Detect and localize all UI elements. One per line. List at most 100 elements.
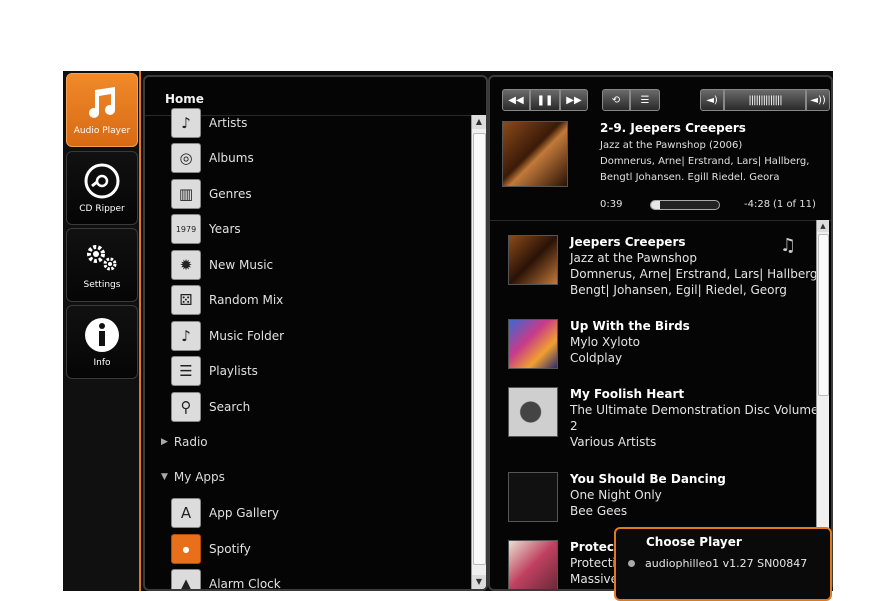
menu-label: App Gallery <box>209 506 279 520</box>
scrollbar-thumb[interactable] <box>818 234 829 396</box>
library-panel: Home ♪ Artists ◎ Albums ▥ Genres 1979 Ye… <box>143 75 488 591</box>
album-art <box>508 472 558 522</box>
now-playing-panel: ◀◀ ❚❚ ▶▶ ⟲ ☰ ◄) |||||||||||||| ◄)) 2-9. … <box>488 75 833 591</box>
library-scrollbar[interactable]: ▲ ▼ <box>471 115 486 589</box>
queue-item-title: Jeepers Creepers <box>570 235 686 249</box>
volume-up-icon: ◄)) <box>810 94 826 106</box>
section-radio[interactable]: ▶ Radio <box>161 435 208 449</box>
gears-icon <box>87 245 117 271</box>
menu-item-search[interactable]: ⚲ Search <box>171 392 250 422</box>
volume-slider[interactable]: |||||||||||||| <box>724 89 806 111</box>
shuffle-icon: ☰ <box>640 94 650 106</box>
remaining-time: -4:28 <box>744 199 771 210</box>
expand-arrow-icon: ▶ <box>161 437 168 447</box>
progress-fill <box>651 201 660 209</box>
alarm-clock-icon: ▲ <box>171 569 201 589</box>
menu-label: Spotify <box>209 542 251 556</box>
queue-item-title: Protect <box>570 540 620 554</box>
queue-item-title: My Foolish Heart <box>570 387 685 401</box>
menu-label: Music Folder <box>209 329 285 343</box>
nav-settings[interactable]: Settings <box>66 228 138 302</box>
elapsed-time: 0:39 <box>600 199 623 210</box>
menu-label: Alarm Clock <box>209 577 281 591</box>
player-option[interactable]: audiophilleo1 v1.27 SN00847 <box>628 557 807 570</box>
pause-icon: ❚❚ <box>536 94 554 106</box>
shuffle-button[interactable]: ☰ <box>630 89 660 111</box>
menu-label: Random Mix <box>209 293 284 307</box>
now-playing-artists: Domnerus, Arne| Erstrand, Lars| Hallberg… <box>600 156 810 167</box>
queue-item[interactable]: You Should Be Dancing One Night Only Bee… <box>508 472 798 526</box>
playlist-icon: ☰ <box>171 356 201 386</box>
rewind-icon: ◀◀ <box>508 94 524 106</box>
menu-item-artists[interactable]: ♪ Artists <box>171 108 247 138</box>
scroll-up-arrow-icon[interactable]: ▲ <box>817 220 829 232</box>
nav-label: CD Ripper <box>79 204 125 214</box>
menu-label: Years <box>209 222 241 236</box>
menu-item-alarm-clock[interactable]: ▲ Alarm Clock <box>171 569 281 591</box>
repeat-button[interactable]: ⟲ <box>602 89 630 111</box>
library-title[interactable]: Home <box>165 92 204 106</box>
pause-button[interactable]: ❚❚ <box>530 89 560 111</box>
queue-item-artist: Domnerus, Arne| Erstrand, Lars| Hallberg… <box>570 267 822 281</box>
queue-item-artist: Bengt| Johansen, Egil| Riedel, Georg <box>570 283 787 297</box>
scroll-up-arrow-icon[interactable]: ▲ <box>472 115 486 129</box>
volume-down-button[interactable]: ◄) <box>700 89 724 111</box>
menu-item-playlists[interactable]: ☰ Playlists <box>171 356 258 386</box>
now-playing-artists-cont: Bengtl Johansen. Egill Riedel. Geora <box>600 172 780 183</box>
menu-item-years[interactable]: 1979 Years <box>171 214 241 244</box>
cd-icon <box>84 163 120 199</box>
nav-label: Info <box>93 358 111 368</box>
menu-item-app-gallery[interactable]: A App Gallery <box>171 498 279 528</box>
info-icon <box>85 318 119 352</box>
new-music-icon: ✹ <box>171 250 201 280</box>
menu-label: Search <box>209 400 251 414</box>
queue-item-artist: Various Artists <box>570 435 657 449</box>
fast-forward-icon: ▶▶ <box>566 94 582 106</box>
album-art <box>508 540 558 589</box>
section-my-apps[interactable]: ▼ My Apps <box>161 470 225 484</box>
section-label: Radio <box>173 435 208 449</box>
nav-audio-player[interactable]: Audio Player <box>66 73 138 147</box>
album-art <box>508 319 558 369</box>
main-nav: Audio Player CD Ripper Settings Info <box>63 71 141 591</box>
rewind-button[interactable]: ◀◀ <box>502 89 530 111</box>
years-icon: 1979 <box>171 214 201 244</box>
menu-item-random-mix[interactable]: ⚄ Random Mix <box>171 285 283 315</box>
popup-title: Choose Player <box>646 535 742 549</box>
album-art <box>508 235 558 285</box>
queue-item[interactable]: Jeepers Creepers Jazz at the Pawnshop Do… <box>508 235 821 305</box>
volume-bars: |||||||||||||| <box>748 94 782 106</box>
queue-item[interactable]: My Foolish Heart The Ultimate Demonstrat… <box>508 387 818 457</box>
track-position: (1 of 11) <box>773 199 816 210</box>
now-playing-album: Jazz at the Pawnshop (2006) <box>600 140 743 151</box>
queue-item-album: The Ultimate Demonstration Disc Volume <box>570 403 819 417</box>
menu-item-genres[interactable]: ▥ Genres <box>171 179 252 209</box>
volume-down-icon: ◄) <box>706 94 718 106</box>
menu-label: Genres <box>209 187 252 201</box>
music-note-icon <box>89 87 115 118</box>
nav-info[interactable]: Info <box>66 305 138 379</box>
queue-item-artist: Massive <box>570 572 619 586</box>
queue-item-album: Protecti <box>570 556 616 570</box>
menu-item-albums[interactable]: ◎ Albums <box>171 143 254 173</box>
queue-item-artist: Bee Gees <box>570 504 628 518</box>
search-icon: ⚲ <box>171 392 201 422</box>
folder-icon: ♪ <box>171 321 201 351</box>
fast-forward-button[interactable]: ▶▶ <box>560 89 588 111</box>
queue-item-album: One Night Only <box>570 488 662 502</box>
queue-item-artist: Coldplay <box>570 351 623 365</box>
menu-item-music-folder[interactable]: ♪ Music Folder <box>171 321 284 351</box>
volume-up-button[interactable]: ◄)) <box>806 89 830 111</box>
queue-item[interactable]: Up With the Birds Mylo Xyloto Coldplay <box>508 319 798 373</box>
menu-label: Playlists <box>209 364 258 378</box>
queue-item-album: Jazz at the Pawnshop <box>570 251 697 265</box>
menu-item-new-music[interactable]: ✹ New Music <box>171 250 273 280</box>
nav-cd-ripper[interactable]: CD Ripper <box>66 151 138 225</box>
scrollbar-thumb[interactable] <box>473 133 486 565</box>
transport-controls: ◀◀ ❚❚ ▶▶ ⟲ ☰ ◄) |||||||||||||| ◄)) <box>502 89 830 111</box>
collapse-arrow-icon: ▼ <box>161 472 168 482</box>
nav-label: Audio Player <box>73 126 131 136</box>
track-progress-bar[interactable] <box>650 200 720 210</box>
queue-item-album-cont: 2 <box>570 419 578 433</box>
menu-item-spotify[interactable]: ● Spotify <box>171 534 251 564</box>
